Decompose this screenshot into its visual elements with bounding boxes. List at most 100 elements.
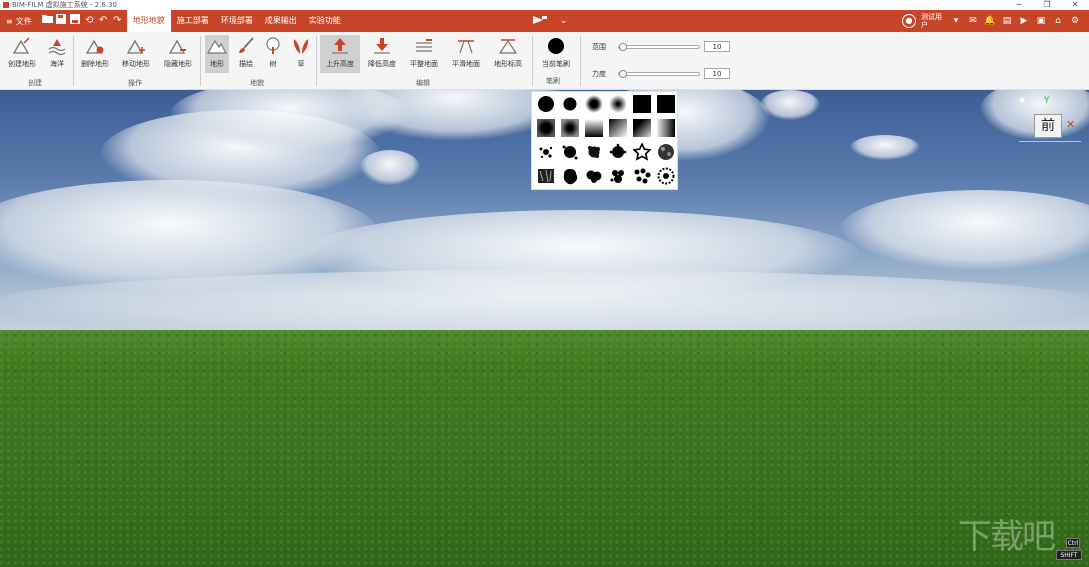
brush-square-large[interactable] xyxy=(656,94,676,114)
strength-slider-thumb[interactable] xyxy=(619,69,627,78)
divider xyxy=(316,36,317,86)
brush-gradient-horizontal[interactable] xyxy=(656,118,676,138)
brush-rough[interactable] xyxy=(584,142,604,162)
tab-terrain[interactable]: 地形地貌 xyxy=(126,10,171,32)
maximize-button[interactable]: ❐ xyxy=(1033,0,1061,10)
save-as-icon[interactable] xyxy=(69,14,82,28)
brush-hard-circle[interactable] xyxy=(536,94,556,114)
menu-bar: ≡ 文件 ⟲ ↶ ↷ 地形地貌 施工部署 环境部署 成果输出 实验功能 ⌄ ● … xyxy=(0,10,1089,32)
video-icon[interactable]: ▶ xyxy=(1018,15,1030,27)
close-window-button[interactable]: ✕ xyxy=(1061,0,1089,10)
camera-play-icon[interactable] xyxy=(532,14,548,29)
history-icon[interactable]: ⟲ xyxy=(83,14,96,28)
x-axis-label[interactable]: ✕ xyxy=(1066,118,1075,131)
brush-soft-circle[interactable] xyxy=(584,94,604,114)
brush-cluster[interactable] xyxy=(584,166,604,186)
brush-noise[interactable] xyxy=(560,142,580,162)
cloud xyxy=(840,190,1089,270)
terrain-tool-button[interactable]: 地形 xyxy=(205,35,229,73)
quick-access-toolbar: ⟲ ↶ ↷ xyxy=(38,14,127,28)
shift-key-indicator: SHIFT xyxy=(1056,550,1082,560)
move-terrain-button[interactable]: 移动地形 xyxy=(118,35,154,73)
user-controls: ● 测试用户 ▾ ✉ 🔔 ▤ ▶ ▣ ⌂ ⚙ xyxy=(902,10,1081,32)
strength-slider[interactable] xyxy=(618,69,700,78)
document-icon[interactable]: ▤ xyxy=(1001,15,1013,27)
brush-splatter[interactable] xyxy=(536,142,556,162)
tab-output[interactable]: 成果输出 xyxy=(259,10,303,32)
gizmo-divider xyxy=(1019,141,1081,142)
range-slider[interactable] xyxy=(618,42,700,51)
strength-value-input[interactable]: 10 xyxy=(704,68,730,79)
settings-gear-icon[interactable]: ⚙ xyxy=(1069,15,1081,27)
save-icon[interactable] xyxy=(55,14,68,28)
open-folder-icon[interactable] xyxy=(41,14,54,28)
tab-construction-deploy[interactable]: 施工部署 xyxy=(171,10,215,32)
brush-dots[interactable] xyxy=(632,166,652,186)
tree-button[interactable]: 树 xyxy=(262,35,284,73)
create-terrain-icon xyxy=(11,35,33,57)
group-create-label: 创建 xyxy=(28,79,42,87)
elevation-icon xyxy=(497,35,519,57)
brush-leaves[interactable] xyxy=(608,166,628,186)
brush-gradient-vertical[interactable] xyxy=(584,118,604,138)
create-terrain-button[interactable]: 创建地形 xyxy=(4,35,40,73)
user-name[interactable]: 测试用户 xyxy=(921,13,945,29)
brush-square[interactable] xyxy=(632,94,652,114)
notification-icon[interactable]: 🔔 xyxy=(984,15,996,27)
eye-icon[interactable]: ◉ xyxy=(1019,96,1025,104)
divider xyxy=(73,36,74,86)
range-slider-thumb[interactable] xyxy=(619,42,627,51)
brush-medium-circle[interactable] xyxy=(560,94,580,114)
file-menu[interactable]: ≡ 文件 xyxy=(0,10,38,32)
redo-icon[interactable]: ↷ xyxy=(111,14,124,28)
center-controls: ⌄ xyxy=(532,10,568,32)
cloud xyxy=(760,90,820,120)
divider xyxy=(532,36,533,86)
brush-spray[interactable] xyxy=(608,142,628,162)
hide-terrain-button[interactable]: 隐藏地形 xyxy=(160,35,196,73)
ocean-button[interactable]: 海洋 xyxy=(44,35,70,73)
view-cube-front[interactable]: 前 xyxy=(1034,114,1062,138)
grass-button[interactable]: 草 xyxy=(290,35,312,73)
help-icon[interactable]: ▣ xyxy=(1035,15,1047,27)
delete-terrain-icon xyxy=(84,35,106,57)
undo-icon[interactable]: ↶ xyxy=(97,14,110,28)
divider xyxy=(580,36,581,86)
app-logo-icon xyxy=(3,2,9,8)
range-value-input[interactable]: 10 xyxy=(704,41,730,52)
user-avatar-icon[interactable]: ● xyxy=(902,14,916,28)
ribbon-toolbar: 创建地形 海洋 创建 删除地形 移动地形 隐藏地形 操作 地形 描绘 树 草 地… xyxy=(0,32,1089,90)
delete-terrain-button[interactable]: 删除地形 xyxy=(78,35,112,73)
terrain-elevation-button[interactable]: 地形标高 xyxy=(490,35,526,73)
brush-textured[interactable] xyxy=(656,142,676,162)
tab-environment-deploy[interactable]: 环境部署 xyxy=(215,10,259,32)
brush-gradient-corner[interactable] xyxy=(632,118,652,138)
chevron-down-icon[interactable]: ⌄ xyxy=(560,16,568,26)
tree-icon xyxy=(262,35,284,57)
mail-icon[interactable]: ✉ xyxy=(967,15,979,27)
minimize-button[interactable]: ─ xyxy=(1005,0,1033,10)
lower-height-button[interactable]: 降低高度 xyxy=(364,35,400,73)
strength-label: 力度 xyxy=(592,69,606,78)
smooth-ground-button[interactable]: 平滑地面 xyxy=(448,35,484,73)
brush-scatter[interactable] xyxy=(656,166,676,186)
raise-height-button[interactable]: 上升高度 xyxy=(320,35,360,73)
brush-feather-circle[interactable] xyxy=(608,94,628,114)
paint-button[interactable]: 描绘 xyxy=(234,35,258,73)
y-axis-label[interactable]: Y xyxy=(1044,96,1050,106)
group-operate-label: 操作 xyxy=(128,79,142,87)
home-icon[interactable]: ⌂ xyxy=(1052,15,1064,27)
brush-soft-square[interactable] xyxy=(536,118,556,138)
hide-terrain-icon xyxy=(167,35,189,57)
brush-star[interactable] xyxy=(632,142,652,162)
current-brush-button[interactable]: 当前笔刷 xyxy=(538,35,574,73)
brush-gradient-diagonal[interactable] xyxy=(608,118,628,138)
user-dropdown-icon[interactable]: ▾ xyxy=(950,15,962,27)
brush-grunge[interactable] xyxy=(536,166,556,186)
brush-blurred-square[interactable] xyxy=(560,118,580,138)
tab-experimental[interactable]: 实验功能 xyxy=(303,10,347,32)
flatten-ground-button[interactable]: 平整地面 xyxy=(406,35,442,73)
brush-blob[interactable] xyxy=(560,166,580,186)
leaf-icon xyxy=(290,35,312,57)
hamburger-icon: ≡ xyxy=(6,16,13,26)
